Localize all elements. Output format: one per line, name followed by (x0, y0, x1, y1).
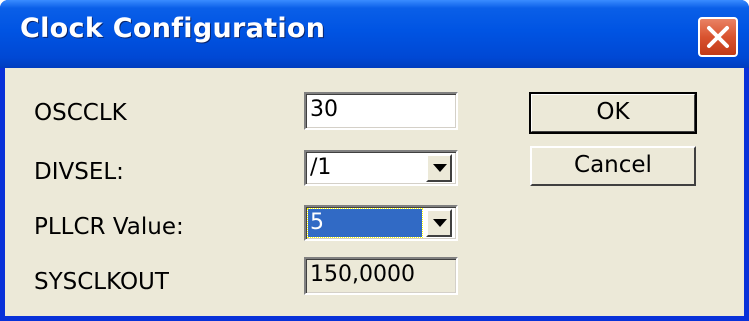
osc-label: OSCCLK (34, 100, 127, 126)
divsel-dropdown-button[interactable] (426, 154, 452, 182)
divsel-select[interactable]: /1 (304, 150, 458, 186)
pllcr-label: PLLCR Value: (34, 214, 184, 240)
chevron-down-icon (433, 164, 447, 172)
osc-input[interactable]: 30 (304, 92, 458, 130)
title-bar[interactable]: Clock Configuration (0, 0, 749, 68)
close-icon (707, 26, 729, 48)
close-button[interactable] (698, 17, 738, 57)
pllcr-dropdown-button[interactable] (426, 209, 452, 237)
dialog-title: Clock Configuration (20, 13, 326, 44)
dialog-body: OSCCLK 30 DIVSEL: /1 PLLCR Value: 5 SYSC… (5, 68, 744, 316)
sysclk-label: SYSCLKOUT (34, 269, 169, 295)
divsel-label: DIVSEL: (34, 159, 124, 185)
chevron-down-icon (433, 219, 447, 227)
pllcr-value: 5 (307, 208, 423, 238)
ok-button[interactable]: OK (529, 92, 697, 134)
divsel-value: /1 (310, 155, 332, 180)
pllcr-select[interactable]: 5 (304, 205, 458, 241)
sysclk-output: 150,0000 (304, 257, 458, 295)
cancel-button[interactable]: Cancel (530, 146, 696, 186)
clock-configuration-dialog: Clock Configuration OSCCLK 30 DIVSEL: /1… (0, 0, 749, 321)
